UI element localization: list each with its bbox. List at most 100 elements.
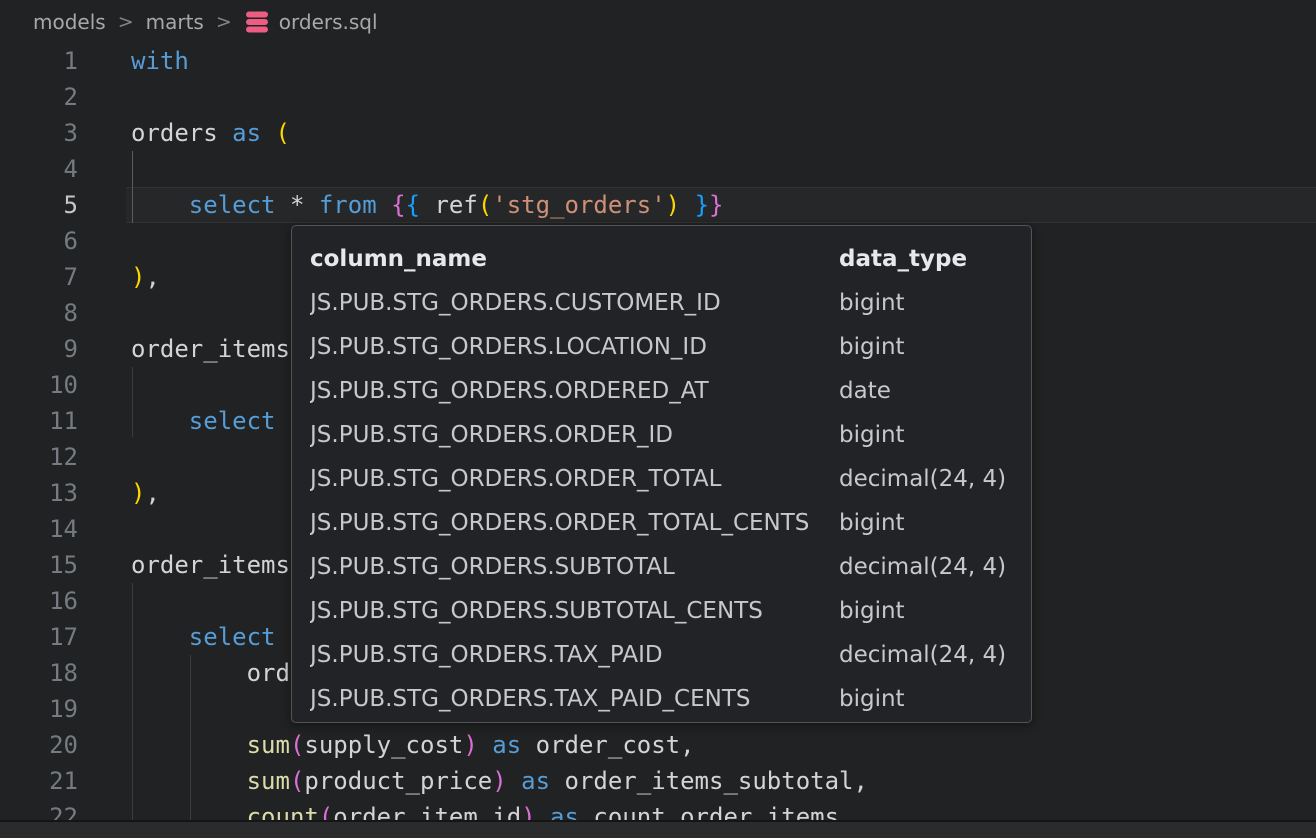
code-token: as [492,731,521,759]
chevron-right-icon: > [118,11,134,33]
line-number[interactable]: 7 [0,259,78,295]
code-text[interactable]: order_items [78,547,290,583]
code-token: as [232,119,261,147]
code-text[interactable] [78,223,131,259]
code-line[interactable]: 4 [0,151,1316,187]
column-name-cell: JS.PUB.STG_ORDERS.ORDER_TOTAL [310,457,839,501]
code-token: } [695,191,709,219]
code-text[interactable]: ord [78,655,290,691]
code-text[interactable] [78,439,131,475]
data-type-cell: bigint [839,281,1013,325]
code-text[interactable] [78,295,131,331]
data-type-header: data_type [839,237,1013,281]
breadcrumb-item-file[interactable]: orders.sql [279,10,378,34]
line-number[interactable]: 17 [0,619,78,655]
code-line[interactable]: 3orders as ( [0,115,1316,151]
line-number[interactable]: 10 [0,367,78,403]
line-number[interactable]: 15 [0,547,78,583]
data-type-cell: bigint [839,589,1013,633]
line-number[interactable]: 3 [0,115,78,151]
code-token: ref [420,191,478,219]
code-token: as [521,767,550,795]
hover-table-header: column_namedata_type [310,237,1013,281]
code-token: { [391,191,405,219]
code-text[interactable]: select [78,403,276,439]
line-number[interactable]: 19 [0,691,78,727]
editor-window: models > marts > orders.sql 1with23order… [0,0,1316,838]
code-token: * [276,191,319,219]
code-token: order_items [131,335,290,363]
code-token: supply_cost [304,731,463,759]
code-line[interactable]: 20 sum(supply_cost) as order_cost, [0,727,1316,763]
code-text[interactable]: select [78,619,276,655]
line-number[interactable]: 6 [0,223,78,259]
line-number[interactable]: 18 [0,655,78,691]
code-token: sum [247,731,290,759]
code-text[interactable]: select * from {{ ref('stg_orders') }} [78,187,723,223]
code-token: ) [492,767,506,795]
code-token: } [709,191,723,219]
code-token: product_price [304,767,492,795]
hover-table-row: JS.PUB.STG_ORDERS.ORDERED_ATdate [310,369,1013,413]
line-number[interactable]: 5 [0,187,78,223]
line-number[interactable]: 8 [0,295,78,331]
code-token [507,767,521,795]
code-text[interactable] [78,691,131,727]
code-token: select [189,191,276,219]
line-number[interactable]: 9 [0,331,78,367]
code-token: order_cost, [521,731,694,759]
code-text[interactable]: ), [78,475,160,511]
line-number[interactable]: 12 [0,439,78,475]
line-number[interactable]: 14 [0,511,78,547]
code-token: ) [131,479,145,507]
code-text[interactable] [78,511,131,547]
code-text[interactable]: sum(supply_cost) as order_cost, [78,727,695,763]
code-text[interactable] [78,367,131,403]
code-text[interactable]: order_items [78,331,290,367]
code-token: 'stg_orders' [492,191,665,219]
code-text[interactable]: ), [78,259,160,295]
code-token [131,623,189,651]
data-type-cell: date [839,369,1013,413]
line-number[interactable]: 13 [0,475,78,511]
code-token: ) [666,191,680,219]
code-line[interactable]: 2 [0,79,1316,115]
column-name-cell: JS.PUB.STG_ORDERS.TAX_PAID [310,633,839,677]
line-number[interactable]: 16 [0,583,78,619]
code-text[interactable] [78,583,131,619]
code-token: select [189,407,276,435]
line-number[interactable]: 20 [0,727,78,763]
column-name-cell: JS.PUB.STG_ORDERS.SUBTOTAL [310,545,839,589]
breadcrumb-item-models[interactable]: models [33,10,106,34]
code-token [131,191,189,219]
code-token: sum [247,767,290,795]
code-text[interactable]: sum(product_price) as order_items_subtot… [78,763,868,799]
code-line[interactable]: 21 sum(product_price) as order_items_sub… [0,763,1316,799]
code-text[interactable]: with [78,43,189,79]
line-number[interactable]: 4 [0,151,78,187]
code-line[interactable]: 1 with [0,43,1316,79]
code-token: ( [290,767,304,795]
code-token [680,191,694,219]
code-text[interactable]: orders as ( [78,115,290,151]
code-token [131,407,189,435]
code-token [131,767,247,795]
line-number[interactable]: 11 [0,403,78,439]
code-token: with [131,47,189,75]
code-text[interactable] [78,151,131,187]
code-text[interactable] [78,79,131,115]
hover-table-row: JS.PUB.STG_ORDERS.TAX_PAIDdecimal(24, 4) [310,633,1013,677]
hover-table-row: JS.PUB.STG_ORDERS.LOCATION_IDbigint [310,325,1013,369]
column-name-cell: JS.PUB.STG_ORDERS.TAX_PAID_CENTS [310,677,839,721]
column-name-cell: JS.PUB.STG_ORDERS.ORDER_ID [310,413,839,457]
code-token: ) [463,731,477,759]
panel-divider [0,820,1316,838]
breadcrumb-item-marts[interactable]: marts [146,10,204,34]
code-token: ( [290,731,304,759]
code-line[interactable]: 5 select * from {{ ref('stg_orders') }} [0,187,1316,223]
code-token: order_items_subtotal, [550,767,868,795]
line-number[interactable]: 2 [0,79,78,115]
line-number[interactable]: 21 [0,763,78,799]
column-name-cell: JS.PUB.STG_ORDERS.LOCATION_ID [310,325,839,369]
line-number[interactable]: 1 [0,43,78,79]
